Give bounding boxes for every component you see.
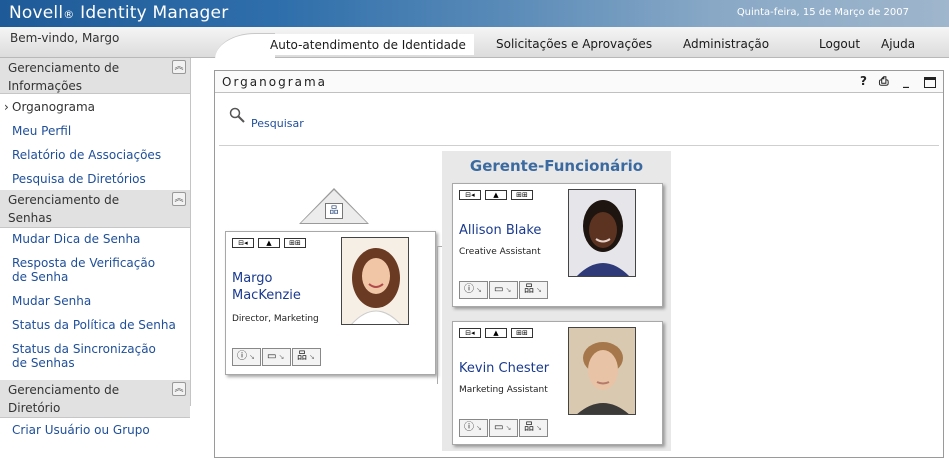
move-up-icon[interactable]: ▲ bbox=[258, 238, 280, 248]
brand-product: Identity Manager bbox=[80, 3, 229, 23]
expand-reports-icon[interactable]: ⊞⊞ bbox=[284, 238, 306, 248]
tab-label: Auto-atendimento de Identidade bbox=[270, 38, 466, 52]
current-date: Quinta-feira, 15 de Março de 2007 bbox=[736, 7, 909, 18]
sidebar-item-org-chart[interactable]: Organograma bbox=[0, 100, 107, 114]
nav-bar: Bem-vindo, Margo Auto-atendimento de Ide… bbox=[0, 27, 949, 59]
divider bbox=[219, 145, 939, 146]
person-name[interactable]: Margo MacKenzie bbox=[232, 270, 301, 304]
person-name[interactable]: Allison Blake bbox=[459, 222, 541, 239]
tab-requests-approvals[interactable]: Solicitações e Aprovações bbox=[496, 37, 652, 51]
person-photo[interactable] bbox=[568, 327, 636, 415]
card-actions: ⓘ ▭ 品 bbox=[232, 348, 321, 366]
root-toggle-icon[interactable]: ⊟◂ bbox=[459, 190, 481, 200]
org-chart-panel: Organograma ? ⎙ _ Pesquisar 品 ⊟◂ ▲ ⊞⊞ Ma… bbox=[214, 70, 944, 458]
report-card: ⊟◂ ▲ ⊞⊞ Allison Blake Creative Assistant… bbox=[452, 183, 663, 307]
person-photo[interactable] bbox=[341, 237, 409, 325]
section-title: Gerenciamento de Diretório bbox=[8, 383, 120, 415]
email-icon[interactable]: ▭ bbox=[489, 281, 518, 299]
sidebar-item-challenge-response[interactable]: Resposta de Verificação de Senha bbox=[0, 256, 180, 284]
sidebar-item-create-user-group[interactable]: Criar Usuário ou Grupo bbox=[0, 423, 162, 437]
brand-name: Novell bbox=[9, 3, 64, 23]
move-up-icon[interactable]: ▲ bbox=[485, 328, 507, 338]
person-photo[interactable] bbox=[568, 189, 636, 277]
search-link[interactable]: Pesquisar bbox=[251, 117, 304, 130]
sidebar-item-associations-report[interactable]: Relatório de Associações bbox=[0, 148, 173, 162]
tab-identity-self-service[interactable]: Auto-atendimento de Identidade bbox=[262, 34, 474, 55]
card-actions: ⓘ ▭ 品 bbox=[459, 419, 548, 437]
portrait-photo bbox=[342, 238, 408, 324]
card-toolbar: ⊟◂ ▲ ⊞⊞ bbox=[232, 238, 306, 248]
portrait-photo bbox=[569, 190, 635, 276]
magnifier-icon[interactable] bbox=[229, 107, 245, 123]
brand-reg: ® bbox=[63, 8, 75, 21]
first-name: Margo bbox=[232, 271, 273, 286]
card-actions: ⓘ ▭ 品 bbox=[459, 281, 548, 299]
info-icon[interactable]: ⓘ bbox=[459, 281, 488, 299]
card-toolbar: ⊟◂ ▲ ⊞⊞ bbox=[459, 190, 533, 200]
print-icon[interactable]: ⎙ bbox=[879, 74, 889, 89]
section-title: Gerenciamento de Senhas bbox=[8, 193, 120, 225]
report-card: ⊟◂ ▲ ⊞⊞ Kevin Chester Marketing Assistan… bbox=[452, 321, 663, 445]
info-icon[interactable]: ⓘ bbox=[232, 348, 261, 366]
org-chart-icon[interactable]: 品 bbox=[519, 281, 548, 299]
person-role: Director, Marketing bbox=[232, 314, 319, 324]
person-role: Creative Assistant bbox=[459, 247, 541, 257]
root-person-card: ⊟◂ ▲ ⊞⊞ Margo MacKenzie Director, Market… bbox=[225, 231, 436, 375]
section-info-management[interactable]: Gerenciamento de Informações ︽ bbox=[0, 58, 190, 94]
person-role: Marketing Assistant bbox=[459, 385, 548, 395]
move-up-icon[interactable]: ▲ bbox=[485, 190, 507, 200]
brand: Novell® Identity Manager bbox=[9, 3, 228, 23]
expand-reports-icon[interactable]: ⊞⊞ bbox=[511, 190, 533, 200]
minimize-icon[interactable]: _ bbox=[903, 74, 909, 88]
last-name: MacKenzie bbox=[232, 288, 301, 303]
root-toggle-icon[interactable]: ⊟◂ bbox=[232, 238, 254, 248]
panel-title: Organograma bbox=[222, 75, 328, 89]
sidebar-item-password-policy-status[interactable]: Status da Política de Senha bbox=[0, 318, 188, 332]
section-directory-management[interactable]: Gerenciamento de Diretório ︽ bbox=[0, 380, 190, 418]
connector-line bbox=[437, 246, 438, 384]
sidebar-item-change-password[interactable]: Mudar Senha bbox=[0, 294, 103, 308]
welcome-text: Bem-vindo, Margo bbox=[10, 31, 120, 45]
sidebar-item-my-profile[interactable]: Meu Perfil bbox=[0, 124, 83, 138]
sidebar: Gerenciamento de Informações ︽ Organogra… bbox=[0, 58, 191, 437]
collapse-icon[interactable]: ︽ bbox=[172, 382, 186, 396]
collapse-icon[interactable]: ︽ bbox=[172, 192, 186, 206]
maximize-icon[interactable] bbox=[924, 77, 936, 88]
email-icon[interactable]: ▭ bbox=[489, 419, 518, 437]
panel-header: Organograma ? ⎙ _ bbox=[215, 71, 943, 93]
email-icon[interactable]: ▭ bbox=[262, 348, 291, 366]
info-icon[interactable]: ⓘ bbox=[459, 419, 488, 437]
group-title: Gerente-Funcionário bbox=[469, 157, 644, 175]
person-name[interactable]: Kevin Chester bbox=[459, 360, 549, 377]
sidebar-item-password-sync-status[interactable]: Status da Sincronização de Senhas bbox=[0, 342, 180, 370]
root-toggle-icon[interactable]: ⊟◂ bbox=[459, 328, 481, 338]
top-banner: Novell® Identity Manager Quinta-feira, 1… bbox=[0, 0, 949, 27]
tab-administration[interactable]: Administração bbox=[683, 37, 769, 51]
collapse-icon[interactable]: ︽ bbox=[172, 60, 186, 74]
section-password-management[interactable]: Gerenciamento de Senhas ︽ bbox=[0, 190, 190, 228]
help-link[interactable]: Ajuda bbox=[881, 37, 915, 51]
org-chart-icon[interactable]: 品 bbox=[519, 419, 548, 437]
card-toolbar: ⊟◂ ▲ ⊞⊞ bbox=[459, 328, 533, 338]
logout-link[interactable]: Logout bbox=[819, 37, 860, 51]
portrait-photo bbox=[569, 328, 635, 414]
expand-up-icon[interactable]: 品 bbox=[325, 203, 343, 219]
expand-reports-icon[interactable]: ⊞⊞ bbox=[511, 328, 533, 338]
org-chart-icon[interactable]: 品 bbox=[292, 348, 321, 366]
help-icon[interactable]: ? bbox=[860, 74, 867, 88]
sidebar-item-change-hint[interactable]: Mudar Dica de Senha bbox=[0, 232, 152, 246]
reports-group: Gerente-Funcionário ⊟◂ ▲ ⊞⊞ Allison Blak… bbox=[442, 151, 671, 451]
sidebar-item-directory-search[interactable]: Pesquisa de Diretórios bbox=[0, 172, 158, 186]
section-title: Gerenciamento de Informações bbox=[8, 61, 120, 93]
